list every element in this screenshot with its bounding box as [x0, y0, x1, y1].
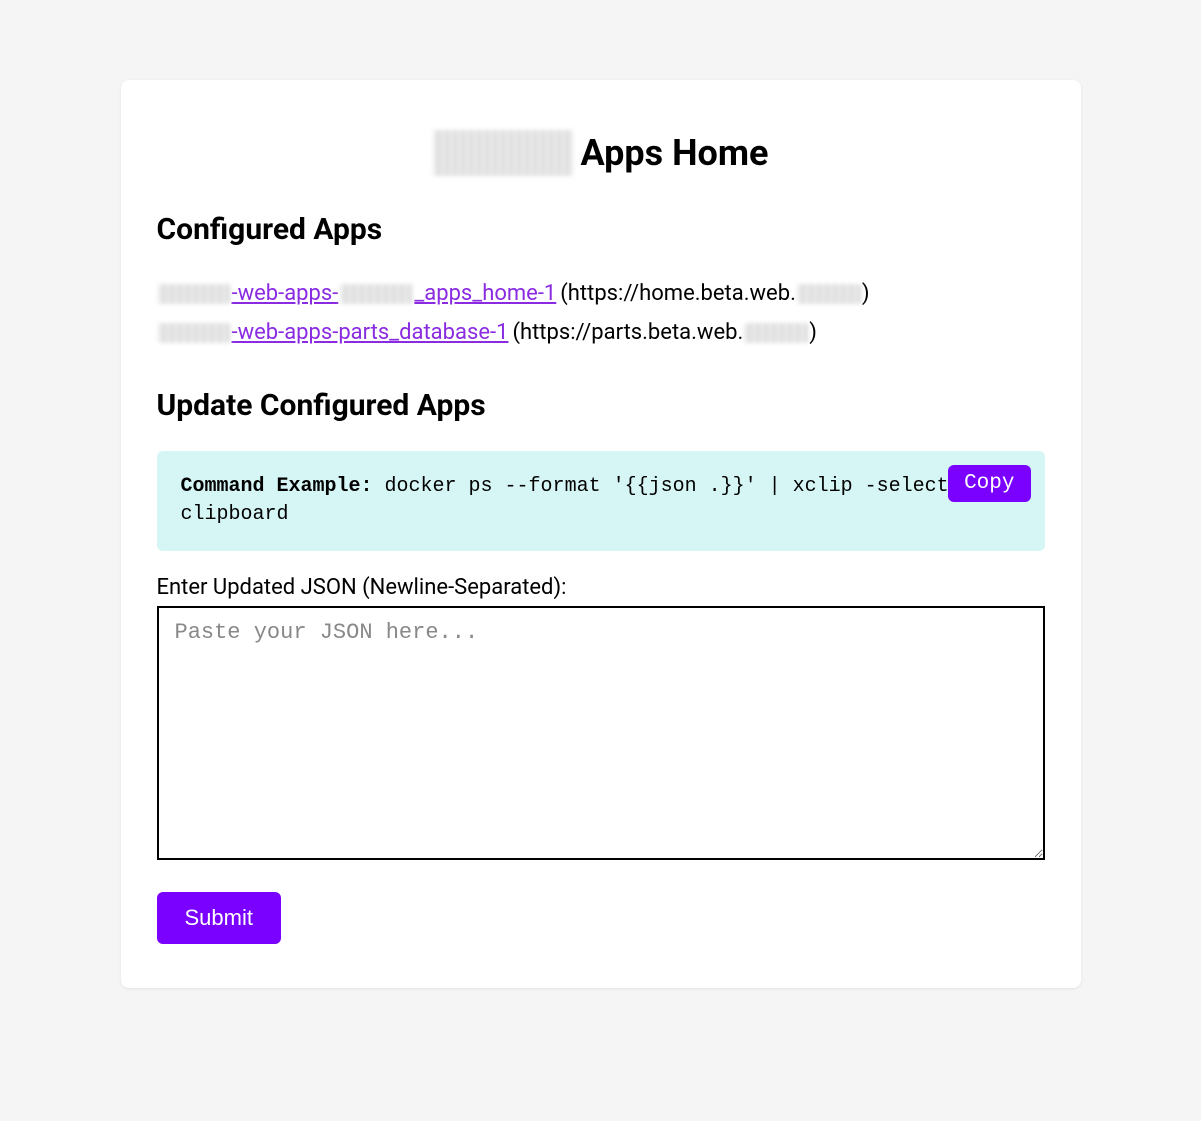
- app-url-prefix: (https://parts.beta.web.: [512, 314, 743, 353]
- app-link-middle: -web-apps-parts_database-1: [232, 314, 509, 353]
- json-textarea-label: Enter Updated JSON (Newline-Separated):: [157, 575, 1045, 600]
- redacted-segment: [340, 284, 412, 304]
- json-textarea[interactable]: [157, 606, 1045, 860]
- app-link-parts-database[interactable]: -web-apps-parts_database-1: [157, 314, 509, 353]
- app-link-apps-home[interactable]: -web-apps- _apps_home-1: [157, 275, 557, 314]
- main-card: Apps Home Configured Apps -web-apps- _ap…: [121, 80, 1081, 988]
- app-url-suffix: ): [862, 275, 870, 314]
- app-url: (https://parts.beta.web. ): [512, 314, 817, 353]
- configured-apps-heading: Configured Apps: [157, 212, 1045, 247]
- app-link-suffix: _apps_home-1: [414, 275, 556, 314]
- redacted-prefix: [158, 323, 230, 343]
- redacted-prefix: [158, 284, 230, 304]
- app-url-prefix: (https://home.beta.web.: [560, 275, 796, 314]
- app-link-middle: -web-apps-: [232, 275, 339, 314]
- redacted-domain: [744, 323, 808, 343]
- app-url-suffix: ): [809, 314, 817, 353]
- app-row: -web-apps- _apps_home-1 (https://home.be…: [157, 275, 1045, 314]
- update-apps-heading: Update Configured Apps: [157, 388, 1045, 423]
- command-example-box: Command Example: docker ps --format '{{j…: [157, 451, 1045, 551]
- redacted-domain: [797, 284, 861, 304]
- page-title-text: Apps Home: [581, 132, 769, 174]
- command-example-label: Command Example:: [181, 475, 373, 498]
- submit-button[interactable]: Submit: [157, 892, 281, 944]
- app-row: -web-apps-parts_database-1 (https://part…: [157, 314, 1045, 353]
- page-title: Apps Home: [157, 130, 1045, 176]
- app-url: (https://home.beta.web. ): [560, 275, 869, 314]
- configured-apps-list: -web-apps- _apps_home-1 (https://home.be…: [157, 275, 1045, 352]
- redacted-title-prefix: [433, 130, 573, 176]
- copy-button[interactable]: Copy: [948, 465, 1030, 502]
